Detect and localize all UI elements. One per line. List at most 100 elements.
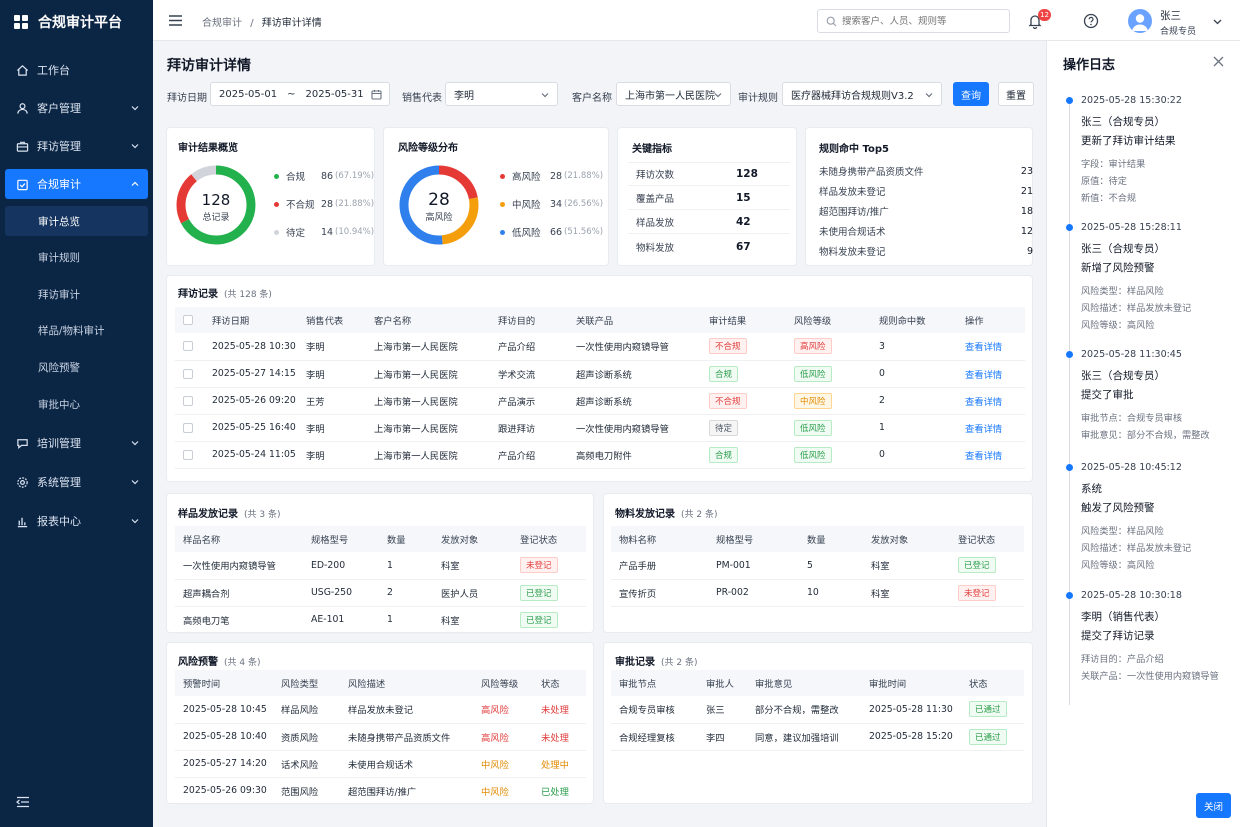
column-header: 发放对象 — [863, 526, 950, 552]
clipboard-check-icon — [17, 179, 28, 190]
collapse-sidebar-icon[interactable] — [16, 796, 30, 808]
row-checkbox[interactable] — [183, 368, 193, 379]
sales-rep: 李明 — [298, 360, 366, 388]
nav-item-system[interactable]: 系统管理 — [0, 467, 153, 497]
close-icon[interactable] — [1213, 56, 1224, 67]
sample-records-card: 样品发放记录 (共 3 条) 样品名称 规格型号 数量 发放对象 登记状态 一次性… — [166, 493, 594, 634]
subnav-item-visit-audit[interactable]: 拜访审计 — [5, 279, 148, 309]
audit-result-badge: 不合规 — [709, 392, 747, 409]
subnav-item-audit-overview[interactable]: 审计总览 — [5, 206, 148, 236]
date-range-picker[interactable]: 2025-05-01 ~ 2025-05-31 — [210, 82, 390, 106]
log-detail: 风险等级：高风险 — [1081, 320, 1155, 331]
sample-records-table: 样品名称 规格型号 数量 发放对象 登记状态 一次性使用内窥镜导管 ED-200 1… — [175, 526, 586, 634]
rep-select[interactable]: 李明 — [445, 82, 558, 106]
nav-item-training[interactable]: 培训管理 — [0, 428, 153, 458]
select-all-checkbox[interactable] — [183, 315, 193, 325]
risk-alerts-table: 预警时间 风险类型 风险描述 风险等级 状态 2025-05-28 10:45 样… — [175, 670, 586, 805]
rule-hit-item: 物料发放未登记 9 — [819, 241, 1033, 261]
view-details-link[interactable]: 查看详情 — [965, 370, 1002, 381]
visit-purpose: 跟进拜访 — [490, 414, 568, 442]
view-details-link[interactable]: 查看详情 — [965, 424, 1002, 435]
item-name: 产品手册 — [611, 552, 708, 580]
visit-date: 2025-05-25 16:40 — [204, 414, 298, 442]
rule-hit-count: 0 — [871, 441, 957, 469]
nav-item-visits[interactable]: 拜访管理 — [0, 131, 153, 161]
user-icon — [17, 102, 28, 114]
issue-target: 医护人员 — [433, 579, 512, 607]
nav-item-workbench[interactable]: 工作台 — [0, 55, 153, 85]
card-title-text: 风险预警 — [178, 657, 218, 668]
legend-medium-risk: 中风险 34 (26.56%) — [500, 197, 603, 211]
issue-target: 科室 — [863, 579, 950, 607]
timeline-dot — [1066, 224, 1073, 231]
table-row[interactable]: 2025-05-25 16:40 李明 上海市第一人民医院 跟进拜访 一次性使用内窥镜导… — [175, 414, 1025, 442]
record-count: (共 3 条) — [244, 510, 281, 520]
subnav-item-sample-audit[interactable]: 样品/物料审计 — [5, 315, 148, 345]
table-row: 2025-05-28 10:40 资质风险 未随身携带产品资质文件 高风险 未处理 — [175, 723, 586, 751]
query-button[interactable]: 查询 — [953, 82, 989, 106]
legend-high-risk: 高风险 28 (21.88%) — [500, 169, 603, 183]
chevron-down-icon[interactable] — [1213, 17, 1222, 26]
record-count: (共 2 条) — [681, 510, 718, 520]
subnav-item-risk-alerts[interactable]: 风险预警 — [5, 352, 148, 382]
log-detail: 风险描述：样品发放未登记 — [1081, 303, 1192, 314]
table-row[interactable]: 2025-05-28 10:30 李明 上海市第一人民医院 产品介绍 一次性使用内窥镜导… — [175, 333, 1025, 361]
subnav-item-approval-center[interactable]: 审批中心 — [5, 389, 148, 419]
row-checkbox[interactable] — [183, 395, 193, 406]
nav-item-compliance-audit[interactable]: 合规审计 — [5, 169, 148, 199]
column-header: 审计结果 — [701, 307, 786, 333]
table-row[interactable]: 2025-05-26 09:20 王芳 上海市第一人民医院 产品演示 超声诊断系统 不合规… — [175, 387, 1025, 415]
item-quantity: 1 — [379, 552, 433, 580]
breadcrumb-parent[interactable]: 合规审计 — [202, 18, 242, 29]
home-icon — [16, 64, 29, 76]
row-checkbox[interactable] — [183, 449, 193, 460]
table-header-row: 预警时间 风险类型 风险描述 风险等级 状态 — [175, 670, 586, 696]
close-button[interactable]: 关闭 — [1196, 793, 1231, 818]
menu-icon[interactable] — [169, 15, 182, 26]
row-checkbox[interactable] — [183, 422, 193, 433]
legend-label: 低风险 — [512, 228, 541, 239]
visit-date: 2025-05-26 09:20 — [204, 387, 298, 415]
rule-hit-item: 未随身携带产品资质文件 23 — [819, 161, 1033, 181]
row-checkbox[interactable] — [183, 341, 193, 352]
nav-label: 培训管理 — [37, 437, 81, 450]
approver: 李四 — [698, 723, 747, 751]
subnav-item-audit-rules[interactable]: 审计规则 — [5, 242, 148, 272]
table-row: 产品手册 PM-001 5 科室 已登记 — [611, 552, 1024, 580]
help-icon[interactable] — [1083, 13, 1099, 29]
table-row[interactable]: 2025-05-27 14:15 李明 上海市第一人民医院 学术交流 超声诊断系统 合规 低… — [175, 360, 1025, 388]
chevron-down-icon — [714, 93, 722, 98]
reset-button[interactable]: 重置 — [998, 82, 1034, 106]
nav-item-reports[interactable]: 报表中心 — [0, 506, 153, 536]
table-row[interactable]: 2025-05-24 11:05 李明 上海市第一人民医院 产品介绍 高频电刀附件 合规 低… — [175, 441, 1025, 469]
registration-status-cell: 未登记 — [950, 579, 1024, 607]
nav-item-customers[interactable]: 客户管理 — [0, 93, 153, 123]
visit-date: 2025-05-28 10:30 — [204, 333, 298, 361]
registration-status-badge: 已登记 — [520, 584, 558, 601]
chevron-down-icon — [131, 519, 139, 524]
customer-select[interactable]: 上海市第一人民医院 — [616, 82, 731, 106]
view-details-link[interactable]: 查看详情 — [965, 397, 1002, 408]
rule-hit-count: 3 — [871, 333, 957, 361]
risk-level-cell: 高风险 — [786, 333, 871, 361]
overview-total: 128 — [201, 191, 231, 209]
view-details-link[interactable]: 查看详情 — [965, 451, 1002, 462]
rule-label: 物料发放未登记 — [819, 247, 886, 258]
rule-hits-card: 规则命中 Top5 未随身携带产品资质文件 23 样品发放未登记 21 超范围拜访/… — [805, 127, 1033, 266]
avatar[interactable] — [1128, 9, 1152, 33]
column-header: 拜访目的 — [490, 307, 568, 333]
timeline-dot — [1066, 97, 1073, 104]
log-time: 2025-05-28 10:45:12 — [1081, 462, 1182, 473]
rule-select[interactable]: 医疗器械拜访合规规则V3.2 — [782, 82, 942, 106]
avatar-person-icon — [1132, 14, 1148, 31]
search-box[interactable] — [817, 9, 1010, 33]
card-title: 关键指标 — [632, 144, 672, 155]
view-details-link[interactable]: 查看详情 — [965, 342, 1002, 353]
registration-status-badge: 未登记 — [520, 557, 558, 574]
column-header: 数量 — [799, 526, 863, 552]
material-records-table: 物料名称 规格型号 数量 发放对象 登记状态 产品手册 PM-001 5 科室 已登记宣… — [611, 526, 1024, 607]
kpi-label: 物料发放 — [636, 242, 675, 254]
risk-description: 超范围拜访/推广 — [340, 777, 473, 805]
search-input[interactable] — [842, 15, 1002, 27]
item-quantity: 1 — [379, 606, 433, 634]
